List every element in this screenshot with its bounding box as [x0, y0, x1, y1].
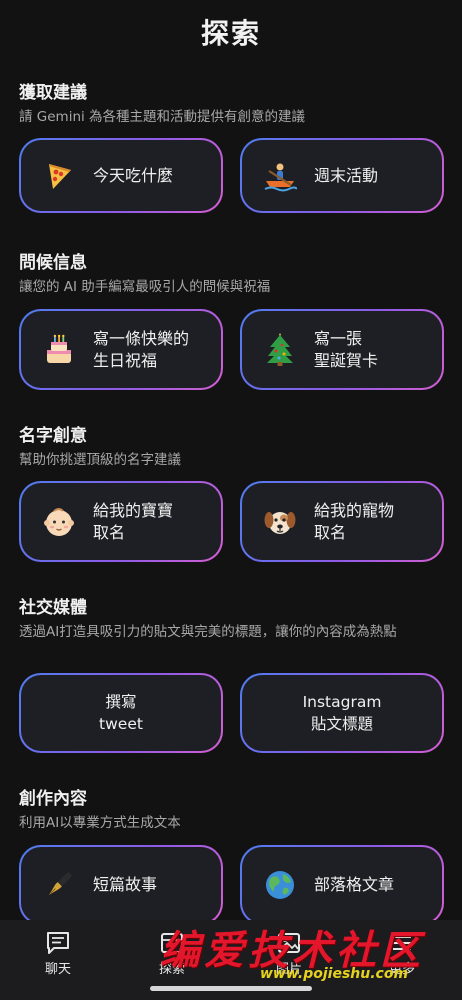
card-label: 短篇故事 [93, 875, 158, 894]
nav-label: 探索 [158, 962, 185, 977]
card-pet-name[interactable]: 給我的寵物 取名 [240, 481, 444, 562]
section-subtitle: 讓您的 AI 助手編寫最吸引人的問候與祝福 [19, 279, 271, 295]
card-label: 週末活動 [314, 165, 379, 185]
home-indicator[interactable] [150, 986, 312, 991]
card-label: 寫一條快樂的 生日祝福 [93, 328, 190, 370]
birthday-cake-icon [41, 332, 77, 368]
explore-icon [132, 930, 212, 956]
card-label: 給我的寵物 取名 [314, 500, 395, 542]
card-instagram-caption[interactable]: Instagram 貼文標題 [240, 673, 444, 753]
card-blog-post[interactable]: 部落格文章 [240, 845, 444, 925]
more-icon [362, 930, 442, 956]
section-title: 社交媒體 [19, 598, 87, 618]
nav-item-more[interactable]: 更多 [362, 930, 442, 977]
christmas-tree-icon [262, 332, 298, 368]
card-label: Instagram 貼文標題 [302, 693, 382, 733]
image-icon [249, 930, 329, 956]
fountain-pen-icon [41, 867, 77, 903]
card-label: 給我的寶寶 取名 [93, 500, 174, 542]
nav-label: 聊天 [44, 962, 71, 977]
page-title: 探索 [200, 17, 261, 50]
section-title: 問候信息 [19, 253, 87, 273]
section-title: 獲取建議 [19, 83, 87, 103]
card-baby-name[interactable]: 給我的寶寶 取名 [19, 481, 223, 562]
dog-face-icon [262, 504, 298, 540]
card-label: 部落格文章 [314, 875, 395, 894]
chat-icon [18, 930, 98, 956]
rowing-boat-icon [262, 158, 298, 194]
card-christmas-card[interactable]: 寫一張 聖誕賀卡 [240, 309, 444, 390]
card-weekend-activities[interactable]: 週末活動 [240, 138, 444, 213]
section-title: 創作內容 [19, 789, 87, 809]
globe-icon [262, 867, 298, 903]
card-birthday-wish[interactable]: 寫一條快樂的 生日祝福 [19, 309, 223, 390]
card-what-to-eat[interactable]: 今天吃什麼 [19, 138, 223, 213]
section-subtitle: 透過AI打造具吸引力的貼文與完美的標題，讓你的內容成為熱點 [19, 624, 397, 640]
card-write-tweet[interactable]: 撰寫 tweet [19, 673, 223, 753]
nav-item-chat[interactable]: 聊天 [18, 930, 98, 977]
card-label: 今天吃什麼 [93, 165, 174, 185]
section-subtitle: 利用AI以專業方式生成文本 [19, 815, 181, 831]
card-label: 撰寫 tweet [99, 693, 143, 733]
section-title: 名字創意 [19, 426, 87, 446]
nav-label: 图片 [275, 962, 302, 977]
card-label: 寫一張 聖誕賀卡 [314, 328, 379, 370]
nav-item-explore[interactable]: 探索 [132, 930, 212, 977]
card-short-story[interactable]: 短篇故事 [19, 845, 223, 925]
baby-face-icon [41, 504, 77, 540]
nav-label: 更多 [388, 962, 415, 977]
section-subtitle: 請 Gemini 為各種主題和活動提供有創意的建議 [19, 109, 306, 125]
pizza-icon [41, 158, 77, 194]
nav-item-images[interactable]: 图片 [249, 930, 329, 977]
section-subtitle: 幫助你挑選頂級的名字建議 [19, 452, 181, 468]
